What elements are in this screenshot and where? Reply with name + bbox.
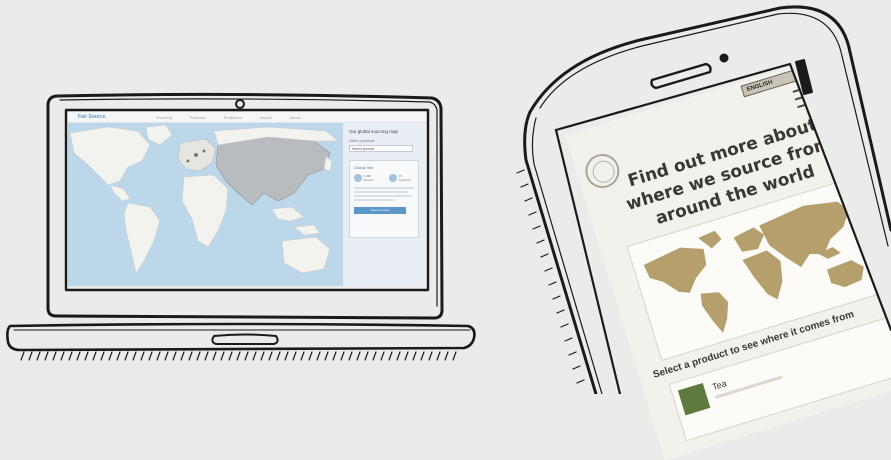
front-camera-icon — [719, 53, 729, 63]
phone: ENGLISH ▾ Find out more about where we s… — [0, 0, 891, 460]
pm-africa — [742, 250, 783, 300]
pm-south-america — [700, 292, 729, 333]
pm-australia — [827, 260, 864, 288]
product-name: Tea — [710, 378, 728, 393]
illustration: Fair Source Sourcing Products Producers … — [0, 0, 891, 460]
pm-greenland — [698, 230, 722, 249]
phone-screen: ENGLISH ▾ Find out more about where we s… — [565, 39, 891, 460]
chevron-down-icon: ▾ — [809, 67, 814, 74]
speaker-slot — [650, 62, 712, 90]
tea-thumbnail — [677, 382, 711, 416]
